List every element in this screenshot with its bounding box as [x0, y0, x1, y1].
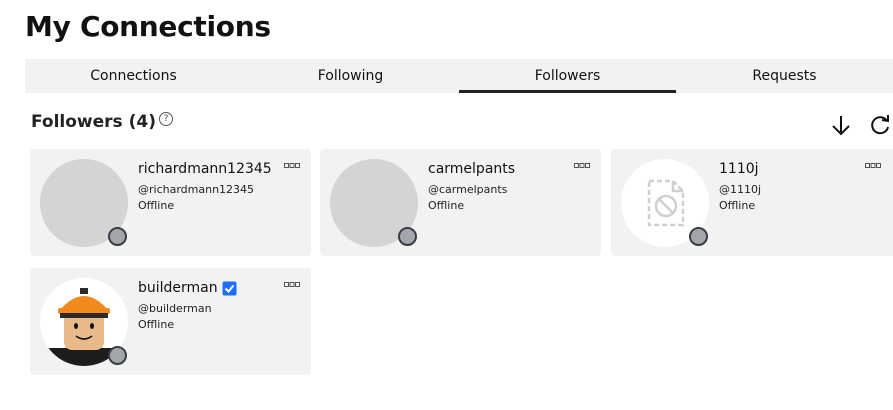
offline-status-icon [108, 227, 127, 246]
section-header: Followers (4) ? [31, 112, 173, 132]
presence-status: Offline [138, 318, 175, 331]
avatar[interactable] [40, 278, 128, 366]
more-options-icon[interactable] [574, 163, 590, 169]
refresh-icon[interactable] [869, 114, 891, 136]
follower-handle: @carmelpants [428, 183, 508, 196]
tab-followers[interactable]: Followers [459, 59, 676, 93]
follower-name[interactable]: richardmann12345 [138, 161, 272, 177]
follower-card[interactable]: richardmann12345 @richardmann12345 Offli… [30, 149, 311, 256]
tab-requests[interactable]: Requests [676, 59, 893, 93]
page-title: My Connections [25, 10, 271, 43]
presence-status: Offline [719, 199, 756, 212]
download-arrow-icon[interactable] [830, 114, 852, 136]
tab-following[interactable]: Following [242, 59, 459, 93]
help-icon[interactable]: ? [158, 112, 173, 126]
offline-status-icon [108, 346, 127, 365]
connections-tabs: Connections Following Followers Requests [25, 59, 893, 93]
follower-name[interactable]: 1110j [719, 161, 759, 177]
presence-status: Offline [138, 199, 175, 212]
section-title: Followers (4) [31, 112, 156, 132]
follower-name[interactable]: builderman [138, 280, 237, 296]
avatar[interactable] [621, 159, 709, 247]
follower-handle: @1110j [719, 183, 762, 196]
follower-card[interactable]: 1110j @1110j Offline [611, 149, 893, 256]
more-options-icon[interactable] [284, 163, 300, 169]
avatar[interactable] [330, 159, 418, 247]
more-options-icon[interactable] [284, 282, 300, 288]
verified-badge-icon [222, 281, 237, 295]
offline-status-icon [689, 227, 708, 246]
presence-status: Offline [428, 199, 465, 212]
offline-status-icon [398, 227, 417, 246]
follower-card[interactable]: carmelpants @carmelpants Offline [320, 149, 601, 256]
follower-handle: @richardmann12345 [138, 183, 255, 196]
avatar[interactable] [40, 159, 128, 247]
tab-connections[interactable]: Connections [25, 59, 242, 93]
follower-card[interactable]: builderman @builderman Offline [30, 268, 311, 375]
follower-handle: @builderman [138, 302, 212, 315]
follower-name[interactable]: carmelpants [428, 161, 515, 177]
more-options-icon[interactable] [865, 163, 881, 169]
